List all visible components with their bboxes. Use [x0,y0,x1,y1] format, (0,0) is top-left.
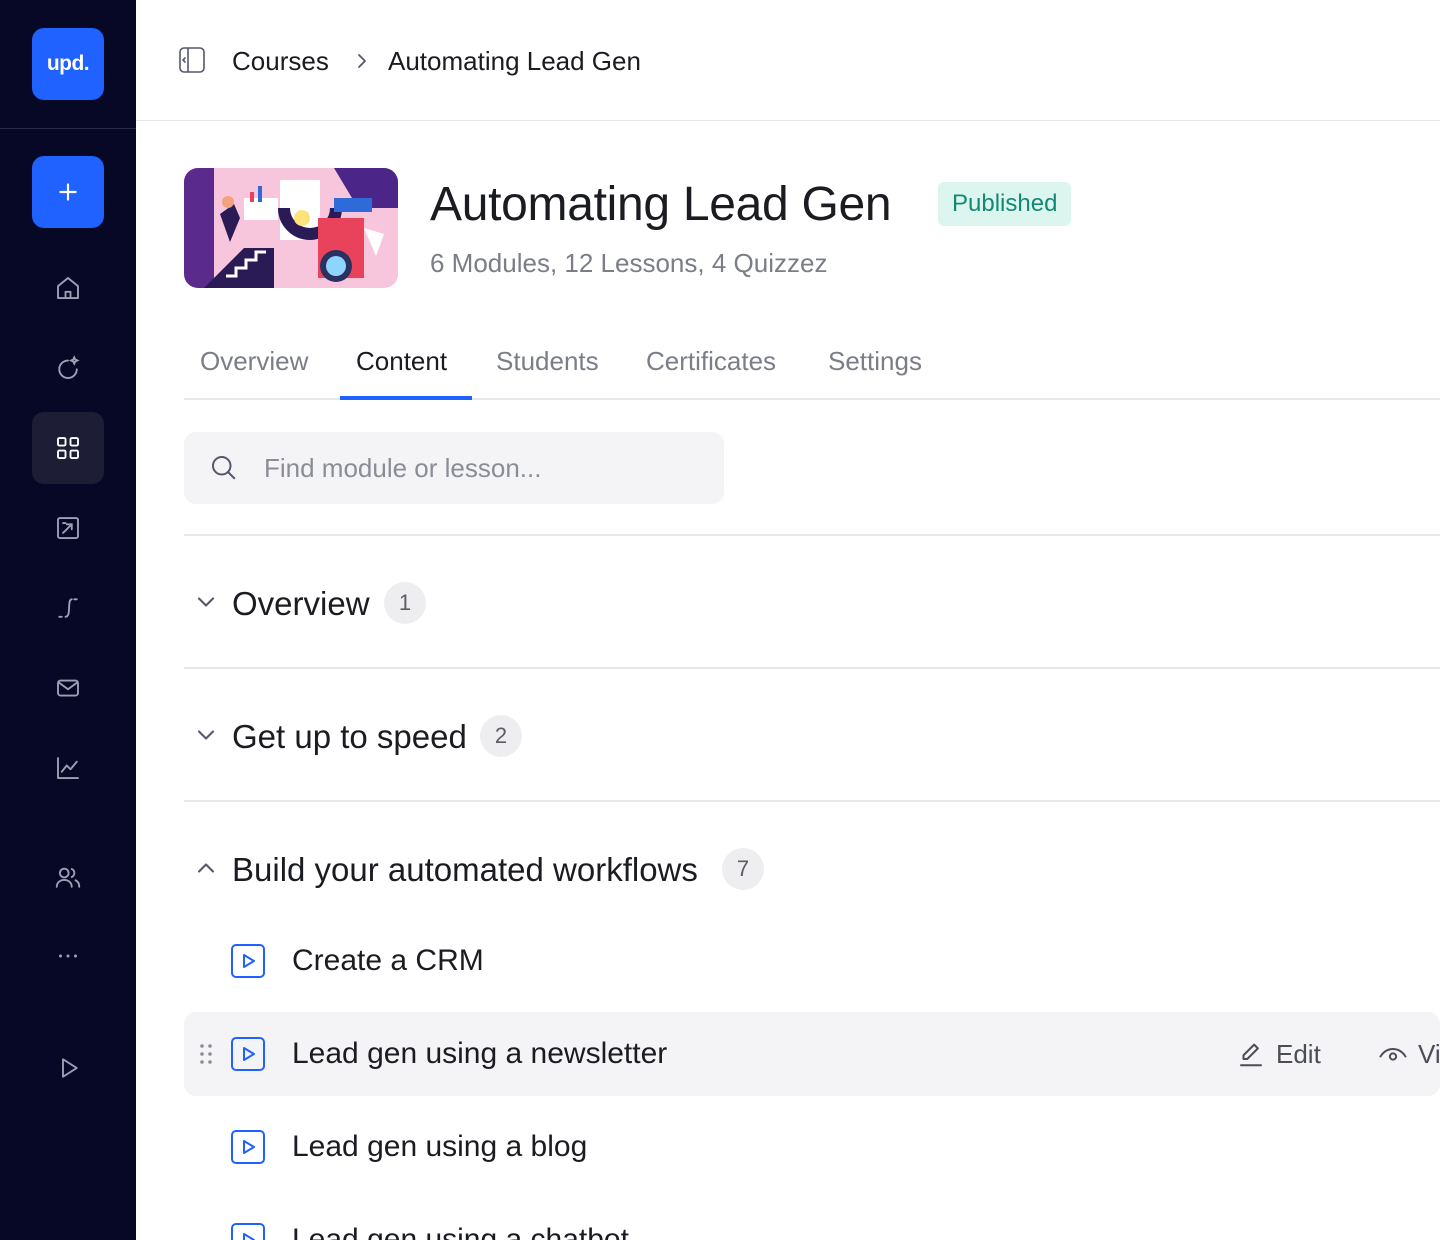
lesson-row[interactable]: Create a CRM [184,919,1440,1003]
tab-certificates[interactable]: Certificates [646,344,776,378]
sidebar-item-home[interactable] [32,252,104,324]
home-icon [57,277,79,299]
chevron-down-icon[interactable] [192,588,220,616]
breadcrumb-courses-link[interactable]: Courses [232,44,329,78]
tab-content[interactable]: Content [356,344,447,378]
course-thumbnail [184,168,398,288]
more-icon [59,954,77,958]
divider [184,534,1440,536]
chevron-up-icon[interactable] [192,854,220,882]
edit-label: Edit [1276,1038,1321,1069]
module-title: Get up to speed [232,718,467,755]
course-tabs: Overview Content Students Certificates S… [184,330,1440,400]
eye-icon [1379,1047,1407,1061]
presentation-icon [57,517,79,539]
mail-icon [57,679,79,697]
sidebar-item-people[interactable] [32,842,104,914]
grid-icon [57,437,79,459]
route-icon [58,598,78,618]
view-label: View [1418,1038,1440,1069]
module-title: Build your automated workflows [232,851,698,888]
lesson-row[interactable]: Lead gen using a newsletter Edit View [184,1012,1440,1096]
module-count-badge: 7 [722,848,764,890]
search-icon [212,456,236,480]
lesson-title: Create a CRM [292,944,484,977]
module-count-badge: 2 [480,715,522,757]
module-row[interactable]: Get up to speed 2 [184,701,1440,771]
lesson-title: Lead gen using a chatbot [292,1223,629,1240]
status-badge: Published [938,182,1072,226]
view-lesson-button[interactable]: View [1378,1034,1440,1074]
module-title: Overview [232,585,370,622]
chevron-down-icon[interactable] [192,721,220,749]
chart-icon [57,757,79,779]
top-bar: Courses Automating Lead Gen [136,0,1440,121]
video-lesson-icon [231,1130,265,1164]
lesson-title: Lead gen using a blog [292,1130,588,1163]
video-lesson-icon [231,944,265,978]
drag-handle-icon[interactable] [198,1042,214,1066]
search-input[interactable] [264,432,704,504]
video-lesson-icon [231,1223,265,1240]
course-summary: 6 Modules, 12 Lessons, 4 Quizzez [430,248,828,278]
play-icon [62,1058,78,1078]
search-box [184,432,724,504]
module-row[interactable]: Build your automated workflows 7 [184,834,1440,904]
sidebar-item-updates[interactable] [32,332,104,404]
lesson-row[interactable]: Lead gen using a chatbot [184,1198,1440,1240]
sidebar-divider [0,128,136,129]
create-button[interactable] [32,156,104,228]
chevron-right-icon [358,54,366,68]
plus-icon [59,183,77,201]
module-row[interactable]: Overview 1 [184,568,1440,638]
sidebar-item-presentations[interactable] [32,492,104,564]
video-lesson-icon [231,1037,265,1071]
sidebar-item-media[interactable] [32,1032,104,1104]
divider [184,667,1440,669]
breadcrumb-current: Automating Lead Gen [388,46,641,76]
sparkle-refresh-icon [58,355,80,379]
tab-settings[interactable]: Settings [828,344,922,378]
app-logo[interactable]: upd. [32,28,104,100]
users-icon [55,867,81,888]
toggle-sidebar-icon[interactable] [178,46,206,74]
active-tab-indicator [340,396,472,400]
sidebar-item-more[interactable] [32,920,104,992]
module-count-badge: 1 [384,582,426,624]
sidebar-item-analytics[interactable] [32,732,104,804]
divider [184,800,1440,802]
tab-overview[interactable]: Overview [200,344,308,378]
lesson-title: Lead gen using a newsletter [292,1037,668,1070]
course-title: Automating Lead Gen [430,178,892,231]
sidebar: upd. [0,0,136,1240]
lesson-row[interactable]: Lead gen using a blog [184,1105,1440,1189]
tab-students[interactable]: Students [496,344,599,378]
sidebar-item-journeys[interactable] [32,572,104,644]
sidebar-item-mail[interactable] [32,652,104,724]
course-illustration [184,168,398,288]
pencil-icon [1240,1043,1262,1067]
sidebar-item-courses[interactable] [32,412,104,484]
edit-lesson-button[interactable]: Edit [1236,1034,1321,1074]
